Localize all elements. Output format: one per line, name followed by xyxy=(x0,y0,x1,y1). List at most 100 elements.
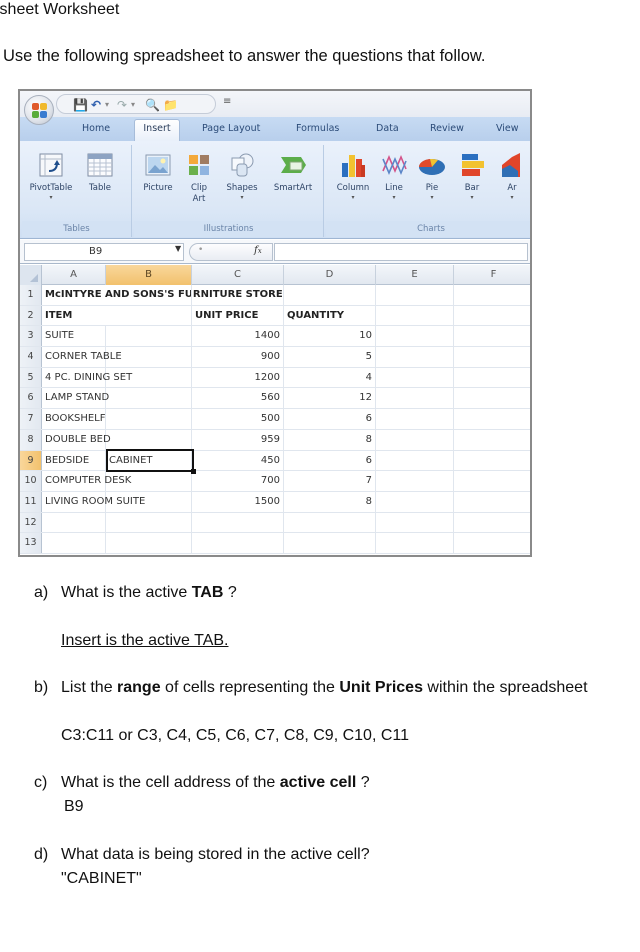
row-header[interactable]: 1 xyxy=(20,285,42,305)
cell-c6[interactable]: 560 xyxy=(192,388,284,409)
cell-d5[interactable]: 4 xyxy=(284,367,376,388)
cell-b10[interactable] xyxy=(106,471,192,491)
cell-f4[interactable] xyxy=(454,347,530,367)
cell-c13[interactable] xyxy=(192,533,284,553)
insert-function-icon[interactable]: fx xyxy=(254,245,262,256)
cell-e5[interactable] xyxy=(376,367,454,388)
tab-home[interactable]: Home xyxy=(78,121,114,141)
cell-e6[interactable] xyxy=(376,388,454,409)
cell-c1[interactable] xyxy=(192,285,284,305)
office-button[interactable] xyxy=(24,95,54,125)
name-box[interactable]: B9 xyxy=(24,243,184,261)
line-chart-button[interactable]: Line ▾ xyxy=(378,151,410,202)
cell-d2[interactable]: QUANTITY xyxy=(284,305,376,326)
cell-b5[interactable] xyxy=(106,367,192,388)
cell-e7[interactable] xyxy=(376,409,454,429)
cell-c11[interactable]: 1500 xyxy=(192,491,284,512)
row-header[interactable]: 5 xyxy=(20,367,42,388)
cell-a3[interactable]: SUITE xyxy=(42,326,106,347)
cell-c3[interactable]: 1400 xyxy=(192,326,284,347)
smartart-button[interactable]: SmartArt xyxy=(268,151,318,194)
row-header[interactable]: 2 xyxy=(20,305,42,326)
row-header[interactable]: 13 xyxy=(20,533,42,553)
tab-insert[interactable]: Insert xyxy=(134,119,180,141)
expand-icon[interactable]: • xyxy=(198,245,203,255)
cell-c4[interactable]: 900 xyxy=(192,347,284,367)
row-header[interactable]: 11 xyxy=(20,491,42,512)
cell-a2[interactable]: ITEM xyxy=(42,306,106,326)
cell-a11[interactable]: LIVING ROOM SUITE xyxy=(42,491,145,512)
cell-c7[interactable]: 500 xyxy=(192,409,284,429)
redo-dropdown-icon[interactable]: ▾ xyxy=(131,98,135,112)
picture-button[interactable]: Picture xyxy=(138,151,178,194)
cell-d3[interactable]: 10 xyxy=(284,326,376,347)
active-cell-b9[interactable] xyxy=(106,449,196,474)
cell-f10[interactable] xyxy=(454,471,530,491)
column-header-d[interactable]: D xyxy=(284,265,376,285)
cell-a10[interactable]: COMPUTER DESK xyxy=(42,471,131,491)
row-header[interactable]: 6 xyxy=(20,388,42,409)
cell-f5[interactable] xyxy=(454,368,530,388)
cell-b1[interactable] xyxy=(106,285,192,305)
cell-b11[interactable] xyxy=(106,491,192,512)
cell-f3[interactable] xyxy=(454,326,530,346)
cell-e2[interactable] xyxy=(376,305,454,326)
cell-b12[interactable] xyxy=(106,512,192,533)
cell-e9[interactable] xyxy=(376,450,454,471)
cell-f8[interactable] xyxy=(454,430,530,450)
cell-c12[interactable] xyxy=(192,512,284,533)
select-all-button[interactable] xyxy=(20,265,42,285)
name-box-dropdown-icon[interactable]: ▼ xyxy=(175,244,181,253)
cell-c10[interactable]: 700 xyxy=(192,471,284,491)
clip-art-button[interactable]: Clip Art xyxy=(184,151,214,205)
cell-e11[interactable] xyxy=(376,491,454,512)
cell-a6[interactable]: LAMP STAND xyxy=(42,388,109,409)
cell-e10[interactable] xyxy=(376,471,454,491)
cell-b8[interactable] xyxy=(106,429,192,450)
cell-f13[interactable] xyxy=(454,533,530,553)
row-header[interactable]: 10 xyxy=(20,471,42,491)
cell-f12[interactable] xyxy=(454,513,530,533)
customize-toolbar-icon[interactable]: ≡ xyxy=(223,96,231,107)
open-icon[interactable]: 📁 xyxy=(163,98,178,112)
cell-a9[interactable]: BEDSIDE xyxy=(42,450,106,471)
cell-e3[interactable] xyxy=(376,326,454,347)
cell-c8[interactable]: 959 xyxy=(192,429,284,450)
formula-input[interactable] xyxy=(274,243,528,261)
area-chart-button[interactable]: Ar ▾ xyxy=(496,151,528,202)
cell-c2[interactable]: UNIT PRICE xyxy=(192,305,284,326)
column-header-b[interactable]: B xyxy=(106,265,192,285)
cell-f7[interactable] xyxy=(454,409,530,429)
bar-chart-button[interactable]: Bar ▾ xyxy=(456,151,488,202)
cell-f2[interactable] xyxy=(454,306,530,326)
save-icon[interactable]: 💾 xyxy=(73,98,88,112)
cell-f1[interactable] xyxy=(454,285,530,305)
cell-f11[interactable] xyxy=(454,492,530,512)
pivottable-button[interactable]: PivotTable ▾ xyxy=(26,151,76,202)
pie-chart-button[interactable]: Pie ▾ xyxy=(416,151,448,202)
cell-d9[interactable]: 6 xyxy=(284,450,376,471)
cell-d10[interactable]: 7 xyxy=(284,471,376,491)
cell-d7[interactable]: 6 xyxy=(284,409,376,429)
cell-d8[interactable]: 8 xyxy=(284,429,376,450)
cell-c9[interactable]: 450 xyxy=(192,450,284,471)
cell-a12[interactable] xyxy=(42,512,106,533)
tab-review[interactable]: Review xyxy=(426,121,468,141)
cell-b6[interactable] xyxy=(106,388,192,409)
cell-f6[interactable] xyxy=(454,388,530,408)
cell-e12[interactable] xyxy=(376,512,454,533)
cell-d11[interactable]: 8 xyxy=(284,491,376,512)
cell-e1[interactable] xyxy=(376,285,454,305)
cell-d13[interactable] xyxy=(284,533,376,553)
row-header[interactable]: 3 xyxy=(20,326,42,347)
row-header[interactable]: 7 xyxy=(20,409,42,429)
cell-d6[interactable]: 12 xyxy=(284,388,376,409)
column-header-a[interactable]: A xyxy=(42,265,106,285)
cell-e4[interactable] xyxy=(376,347,454,367)
print-preview-icon[interactable]: 🔍 xyxy=(145,98,160,112)
cell-b4[interactable] xyxy=(106,347,192,367)
cell-c5[interactable]: 1200 xyxy=(192,367,284,388)
cell-d12[interactable] xyxy=(284,512,376,533)
tab-formulas[interactable]: Formulas xyxy=(292,121,343,141)
tab-view[interactable]: View xyxy=(492,121,523,141)
